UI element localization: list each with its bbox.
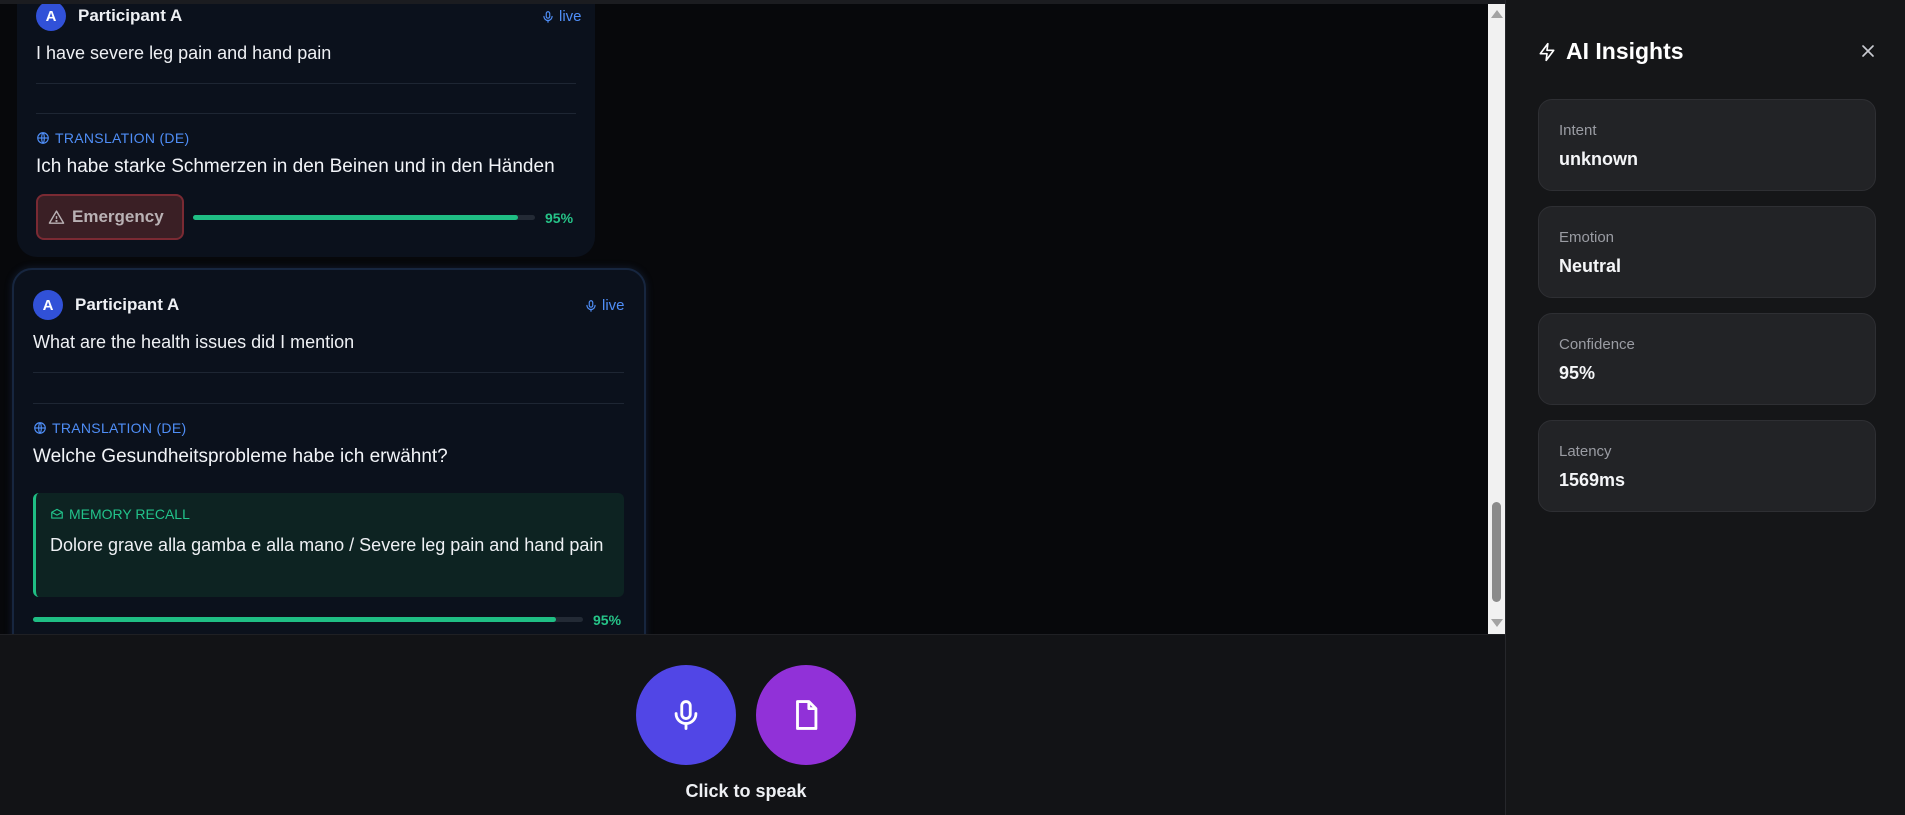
microphone-icon xyxy=(543,10,553,23)
stat-value: 1569ms xyxy=(1559,470,1626,490)
microphone-button[interactable] xyxy=(636,665,736,765)
stat-label: Intent xyxy=(1559,122,1597,139)
confidence-bar xyxy=(193,215,535,220)
document-icon xyxy=(796,700,818,730)
close-icon[interactable] xyxy=(1858,41,1878,61)
latency-card: Latency 1569ms xyxy=(1538,420,1876,512)
participant-header: A Participant A xyxy=(36,4,182,31)
stat-value: 95% xyxy=(1559,363,1596,383)
divider xyxy=(36,113,576,114)
scrollbar-thumb[interactable] xyxy=(1492,502,1501,602)
memory-recall-label-text: MEMORY RECALL xyxy=(69,506,190,522)
memory-recall-box: MEMORY RECALL Dolore grave alla gamba e … xyxy=(33,493,624,597)
archive-icon xyxy=(51,508,63,519)
intent-card: Intent unknown xyxy=(1538,99,1876,191)
confidence-percent: 95% xyxy=(545,210,574,226)
avatar: A xyxy=(36,4,66,31)
participant-name: Participant A xyxy=(75,295,180,314)
microphone-icon xyxy=(674,700,698,730)
confidence-bar-fill xyxy=(193,215,518,220)
stat-label: Confidence xyxy=(1559,336,1635,353)
divider xyxy=(33,372,624,373)
utterance-text: I have severe leg pain and hand pain xyxy=(36,43,332,63)
globe-icon xyxy=(37,132,49,144)
participant-name: Participant A xyxy=(78,6,183,25)
scroll-up-arrow-icon[interactable] xyxy=(1491,10,1503,18)
translation-label-text: TRANSLATION (DE) xyxy=(55,130,190,146)
confidence-card: Confidence 95% xyxy=(1538,313,1876,405)
emergency-badge: Emergency xyxy=(36,194,184,240)
live-indicator: live xyxy=(584,297,625,314)
transcript-feed[interactable]: A Participant A live I have severe leg p… xyxy=(0,4,1488,634)
lightning-icon xyxy=(1539,42,1555,61)
translation-text: Ich habe starke Schmerzen in den Beinen … xyxy=(36,156,555,177)
message-card: A Participant A live What are the health… xyxy=(12,268,646,634)
message-card: A Participant A live I have severe leg p… xyxy=(17,4,595,257)
ai-insights-panel: AI Insights Intent unknown Emotion Neutr… xyxy=(1505,0,1905,815)
confidence-percent: 95% xyxy=(593,612,622,628)
globe-icon xyxy=(34,422,46,434)
memory-recall-label: MEMORY RECALL xyxy=(50,506,190,522)
translation-label: TRANSLATION (DE) xyxy=(33,420,186,436)
translation-label-text: TRANSLATION (DE) xyxy=(52,420,187,436)
emergency-label: Emergency xyxy=(72,207,164,226)
participant-header: A Participant A xyxy=(33,290,179,320)
warning-triangle-icon xyxy=(48,209,65,224)
live-indicator: live xyxy=(541,8,582,25)
document-button[interactable] xyxy=(756,665,856,765)
panel-header: AI Insights xyxy=(1537,38,1684,65)
divider xyxy=(33,403,624,404)
stat-label: Emotion xyxy=(1559,229,1615,246)
speak-hint: Click to speak xyxy=(685,781,807,801)
controls-bar: Click to speak xyxy=(0,634,1505,815)
stat-value: Neutral xyxy=(1559,256,1622,276)
utterance-text: What are the health issues did I mention xyxy=(33,332,355,352)
confidence-bar-fill xyxy=(33,617,556,622)
avatar: A xyxy=(33,290,63,320)
microphone-icon xyxy=(586,299,596,312)
confidence-bar xyxy=(33,617,583,622)
scroll-down-arrow-icon[interactable] xyxy=(1491,619,1503,627)
panel-title: AI Insights xyxy=(1566,38,1684,64)
translation-label: TRANSLATION (DE) xyxy=(36,130,189,146)
divider xyxy=(36,83,576,84)
stat-label: Latency xyxy=(1559,443,1612,460)
memory-recall-text: Dolore grave alla gamba e alla mano / Se… xyxy=(50,535,604,555)
live-label: live xyxy=(602,297,625,314)
transcript-scrollbar[interactable] xyxy=(1488,4,1505,634)
live-label: live xyxy=(559,8,582,25)
translation-text: Welche Gesundheitsprobleme habe ich erwä… xyxy=(33,446,448,467)
stat-value: unknown xyxy=(1559,149,1638,169)
emotion-card: Emotion Neutral xyxy=(1538,206,1876,298)
